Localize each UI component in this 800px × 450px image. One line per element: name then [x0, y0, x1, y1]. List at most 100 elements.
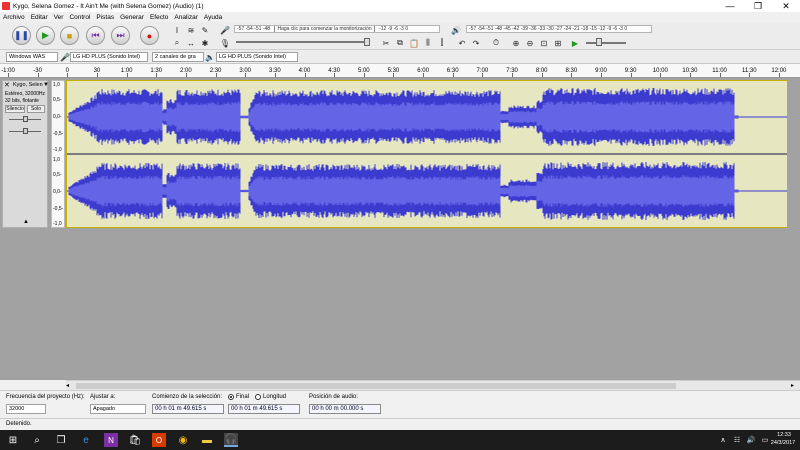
output-device-select[interactable]: LG HD PLUS (Sonido Intel): [216, 52, 298, 62]
gain-slider-thumb[interactable]: [23, 116, 28, 122]
audacity-app-icon: [2, 2, 10, 10]
record-volume-slider[interactable]: [236, 41, 370, 43]
scroll-right-icon[interactable]: ▸: [791, 382, 799, 389]
project-rate-select[interactable]: 32000: [6, 404, 46, 414]
play-speed-thumb[interactable]: [596, 38, 602, 46]
redo-icon[interactable]: ↷: [471, 38, 481, 48]
undo-icon[interactable]: ↶: [457, 38, 467, 48]
scrollbar-thumb[interactable]: [76, 383, 676, 389]
selection-tool-icon[interactable]: I: [172, 25, 182, 35]
play-button[interactable]: ▶: [36, 26, 55, 45]
task-view-icon[interactable]: ❐: [54, 433, 68, 447]
channels-select[interactable]: 2 canales de gra: [152, 52, 204, 62]
play-speed-slider[interactable]: [586, 42, 626, 44]
search-icon[interactable]: ⌕: [30, 433, 44, 447]
menu-ver[interactable]: Ver: [51, 14, 67, 21]
minimize-button[interactable]: —: [716, 0, 744, 12]
pan-slider-thumb[interactable]: [23, 128, 28, 134]
scroll-left-icon[interactable]: ◂: [66, 382, 74, 389]
tracks-area[interactable]: ✕ Kygo, Selen ▼ Estéreo, 32000Hz 32 bits…: [0, 78, 800, 380]
timeshift-tool-icon[interactable]: ↔: [186, 38, 196, 48]
input-device-select[interactable]: LG HD PLUS (Sonido Intel): [70, 52, 148, 62]
maximize-button[interactable]: ❐: [744, 0, 772, 12]
start-windows-icon[interactable]: ⊞: [6, 433, 20, 447]
selection-start-label: Comienzo de la selección:: [152, 394, 223, 400]
chrome-icon[interactable]: ◉: [176, 433, 190, 447]
cut-icon[interactable]: ✂: [381, 38, 391, 48]
multi-tool-icon[interactable]: ✱: [200, 38, 210, 48]
record-meter[interactable]: -57 -54 -51 -48 Haga clic para comenzar …: [234, 25, 440, 33]
mute-button[interactable]: Silencio: [5, 105, 25, 113]
record-button[interactable]: ●: [140, 26, 159, 45]
menu-ayuda[interactable]: Ayuda: [201, 14, 225, 21]
zoom-tool-icon[interactable]: ⌕: [172, 38, 182, 48]
draw-tool-icon[interactable]: ✎: [200, 25, 210, 35]
scale-top-1: 1,0: [53, 82, 60, 88]
scale-top-3: 0,0-: [53, 114, 62, 120]
edge-icon[interactable]: e: [79, 433, 93, 447]
clock-date[interactable]: 24/3/2017: [766, 440, 800, 446]
clock-time[interactable]: 12:33: [770, 432, 798, 438]
record-meter-mic-icon[interactable]: 🎤: [220, 25, 230, 35]
trim-icon[interactable]: ⫼: [423, 38, 433, 48]
audacity-taskbar-icon[interactable]: 🎧: [224, 433, 238, 447]
solo-button[interactable]: Solo: [27, 105, 45, 113]
file-explorer-icon[interactable]: ▬: [200, 433, 214, 447]
selection-start-time[interactable]: 00 h 01 m 49.615 s: [152, 404, 224, 414]
fit-selection-icon[interactable]: ⊡: [539, 38, 549, 48]
network-icon[interactable]: ☷: [730, 433, 744, 447]
vertical-scale[interactable]: 1,0 0,5- 0,0- -0,5- -1,0 1,0 0,5- 0,0- -…: [51, 80, 65, 228]
fit-project-icon[interactable]: ⊞: [553, 38, 563, 48]
collapse-track-icon[interactable]: ▲: [23, 219, 29, 225]
waveform-area[interactable]: [66, 80, 788, 228]
menu-editar[interactable]: Editar: [28, 14, 51, 21]
snap-to-select[interactable]: Apagado: [90, 404, 146, 414]
track-close-icon[interactable]: ✕: [4, 82, 12, 90]
play-at-speed-icon[interactable]: ▶: [570, 38, 580, 48]
scale-bottom-5: -1,0: [53, 221, 62, 227]
audio-host-select[interactable]: Windows WAS: [6, 52, 58, 62]
ruler-tick-mark: [423, 73, 425, 77]
scale-bottom-3: 0,0-: [53, 189, 62, 195]
stereo-waveform[interactable]: [67, 81, 787, 227]
stop-button[interactable]: ■: [60, 26, 79, 45]
ruler-tick-mark: [482, 73, 484, 77]
end-radio[interactable]: [228, 394, 234, 400]
record-volume-thumb[interactable]: [364, 38, 370, 46]
track-name[interactable]: Kygo, Selen: [13, 82, 43, 88]
skip-end-button[interactable]: ⏭: [111, 26, 130, 45]
timeline-ruler[interactable]: -1:00 -30 0 30 1:00 1:30 2:00 2:30 3:00 3:30 4:00 4…: [0, 64, 800, 78]
selection-end-time[interactable]: 00 h 01 m 49.615 s: [228, 404, 300, 414]
close-button[interactable]: ✕: [772, 0, 800, 12]
envelope-tool-icon[interactable]: ≋: [186, 25, 196, 35]
menu-pistas[interactable]: Pistas: [93, 14, 117, 21]
menu-analizar[interactable]: Analizar: [171, 14, 200, 21]
zoom-out-icon[interactable]: ⊖: [525, 38, 535, 48]
record-meter-hint[interactable]: Haga clic para comenzar la monitorizació…: [274, 26, 375, 32]
onenote-icon[interactable]: N: [104, 433, 118, 447]
playback-meter-speaker-icon[interactable]: 🔊: [451, 25, 461, 35]
tray-chevron-icon[interactable]: ∧: [716, 433, 730, 447]
store-icon[interactable]: 🛍: [128, 433, 142, 447]
menu-archivo[interactable]: Archivo: [0, 14, 28, 21]
copy-icon[interactable]: ⧉: [395, 38, 405, 48]
length-radio[interactable]: [255, 394, 261, 400]
sync-lock-icon[interactable]: ⏱: [491, 38, 501, 48]
paste-icon[interactable]: 📋: [409, 38, 419, 48]
input-mic-icon: 🎤: [60, 52, 70, 62]
playback-meter[interactable]: -57 -54 -51 -48 -45 -42 -39 -36 -33 -30 …: [466, 25, 652, 33]
audio-position-time[interactable]: 00 h 00 m 00.000 s: [309, 404, 381, 414]
office-icon[interactable]: O: [152, 433, 166, 447]
menu-control[interactable]: Control: [66, 14, 93, 21]
menu-generar[interactable]: Generar: [117, 14, 147, 21]
horizontal-scrollbar[interactable]: ◂ ▸: [66, 380, 800, 390]
menu-efecto[interactable]: Efecto: [147, 14, 171, 21]
zoom-in-icon[interactable]: ⊕: [511, 38, 521, 48]
skip-start-button[interactable]: ⏮: [86, 26, 105, 45]
track-menu-arrow-icon[interactable]: ▼: [43, 82, 49, 88]
silence-icon[interactable]: ⫿: [437, 38, 447, 48]
volume-icon[interactable]: 🔊: [744, 433, 758, 447]
pause-button[interactable]: ❚❚: [12, 26, 31, 45]
track-info-depth: 32 bits, flotante: [5, 98, 39, 104]
ruler-tick-mark: [215, 73, 217, 77]
